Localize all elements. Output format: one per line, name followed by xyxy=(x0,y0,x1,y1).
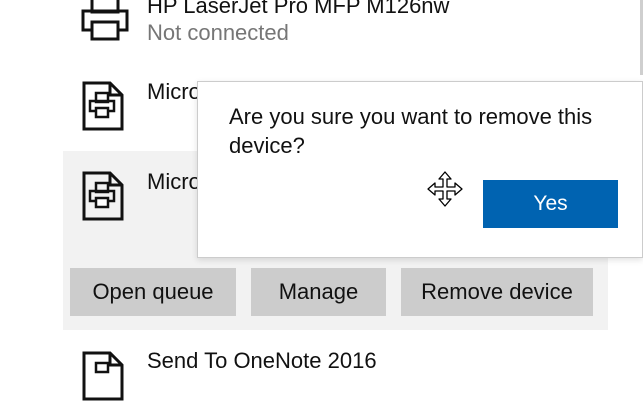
device-name: Micro xyxy=(147,79,201,104)
remove-confirm-popup: Are you sure you want to remove this dev… xyxy=(197,81,643,258)
device-status: Not connected xyxy=(147,20,289,45)
yes-button[interactable]: Yes xyxy=(483,180,618,228)
open-queue-button[interactable]: Open queue xyxy=(70,268,236,316)
remove-device-button[interactable]: Remove device xyxy=(401,268,593,316)
printer-document-icon xyxy=(82,351,124,406)
move-cursor-icon xyxy=(427,171,463,212)
printer-document-icon xyxy=(82,81,124,136)
manage-button[interactable]: Manage xyxy=(251,268,386,316)
device-name: HP LaserJet Pro MFP M126nw xyxy=(147,0,450,18)
device-name: Send To OneNote 2016 xyxy=(147,348,377,373)
confirm-message: Are you sure you want to remove this dev… xyxy=(229,104,593,158)
device-name: Micro xyxy=(147,169,201,194)
printer-icon xyxy=(80,0,130,47)
printer-document-icon xyxy=(82,171,124,226)
